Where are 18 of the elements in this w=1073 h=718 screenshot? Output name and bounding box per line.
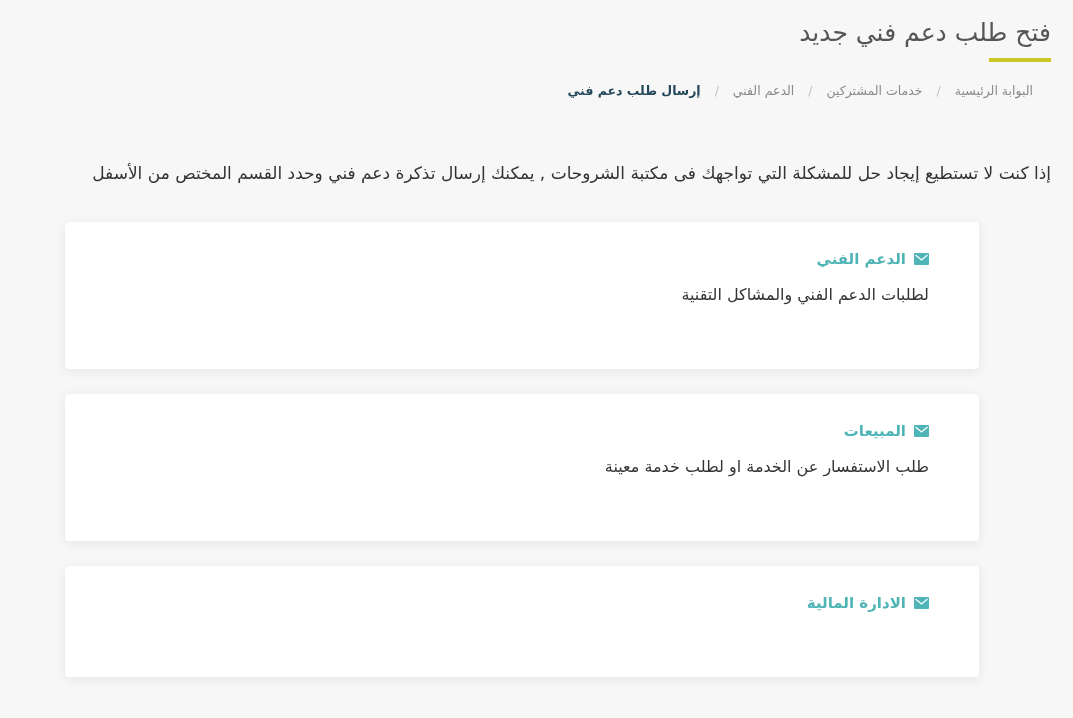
breadcrumb-current: إرسال طلب دعم فني [567,82,701,100]
envelope-icon [914,425,929,437]
breadcrumb-link[interactable]: خدمات المشتركين [826,82,923,100]
envelope-icon [914,253,929,265]
breadcrumb-separator: / [714,82,719,100]
title-underline [989,58,1051,62]
department-description: لطلبات الدعم الفني والمشاكل التقنية [681,284,929,307]
breadcrumb-link[interactable]: الدعم الفني [732,82,795,100]
envelope-icon [914,597,929,609]
department-link[interactable]: الادارة المالية [806,591,906,615]
department-link[interactable]: الدعم الفني [816,247,906,271]
intro-text: إذا كنت لا تستطيع إيجاد حل للمشكلة التي تواجهك فى مكتبة الشروحات , يمكنك إرسال تذكرة دعم فني وحدد القسم المختص من الأسفل [91,162,1051,186]
department-description: طلب الاستفسار عن الخدمة او لطلب خدمة معينة [604,456,929,479]
department-link[interactable]: المبيعات [843,419,906,443]
page-title: فتح طلب دعم فني جديد [799,17,1051,49]
breadcrumb-link[interactable]: البوابة الرئيسية [954,82,1033,100]
breadcrumb-separator: / [936,82,941,100]
breadcrumb-separator: / [808,82,813,100]
